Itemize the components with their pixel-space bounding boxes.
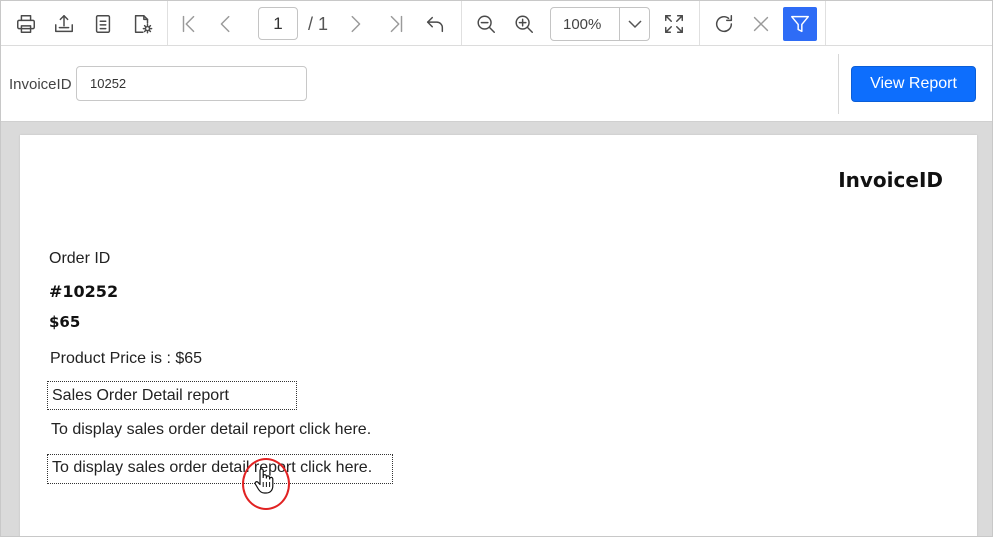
chevron-down-icon[interactable] [625, 14, 645, 34]
fit-page-button[interactable] [657, 7, 691, 41]
cancel-button[interactable] [744, 7, 778, 41]
zoom-in-button[interactable] [507, 7, 541, 41]
price-value: $65 [49, 313, 81, 331]
fit-page-icon [665, 15, 683, 33]
zoom-out-button[interactable] [469, 7, 503, 41]
report-canvas: InvoiceID Order ID #10252 $65 Product Pr… [1, 122, 992, 536]
document-icon [95, 15, 111, 33]
zoom-divider [619, 8, 620, 40]
zoom-dropdown[interactable]: 100% [550, 7, 650, 41]
toolbar-separator [167, 1, 168, 45]
print-button[interactable] [9, 7, 43, 41]
document-button[interactable] [86, 7, 120, 41]
previous-page-button[interactable] [209, 7, 243, 41]
refresh-button[interactable] [707, 7, 741, 41]
page-setup-button[interactable] [125, 7, 159, 41]
parameter-separator [838, 54, 839, 114]
last-page-icon [390, 15, 403, 33]
toolbar-separator [699, 1, 700, 45]
toolbar-separator [461, 1, 462, 45]
order-id-label: Order ID [49, 250, 111, 267]
zoom-value: 100% [563, 16, 602, 33]
sales-order-detail-link[interactable]: Sales Order Detail report [47, 381, 297, 410]
first-page-button[interactable] [172, 7, 206, 41]
product-price-text: Product Price is : $65 [50, 350, 203, 367]
next-page-icon [351, 15, 361, 33]
filter-icon [791, 15, 809, 33]
back-button[interactable] [418, 7, 452, 41]
zoom-in-icon [515, 15, 533, 33]
parameter-panel: InvoiceID View Report [1, 46, 992, 122]
order-id-value: #10252 [49, 282, 119, 301]
filter-button[interactable] [783, 7, 817, 41]
print-icon [17, 15, 35, 33]
export-button[interactable] [47, 7, 81, 41]
current-page-input[interactable] [258, 7, 298, 40]
back-icon [426, 16, 444, 33]
zoom-out-icon [477, 15, 495, 33]
previous-page-icon [220, 15, 230, 33]
refresh-icon [716, 15, 733, 33]
report-page: InvoiceID Order ID #10252 $65 Product Pr… [20, 135, 977, 536]
page-setup-icon [134, 15, 153, 34]
first-page-icon [182, 15, 195, 33]
view-report-button[interactable]: View Report [851, 66, 976, 102]
invoice-id-input[interactable] [76, 66, 307, 101]
toolbar: / 1 100% [1, 1, 992, 46]
report-viewer: / 1 100% [0, 0, 993, 537]
total-pages: / 1 [308, 14, 329, 34]
cancel-icon [753, 16, 769, 32]
last-page-button[interactable] [379, 7, 413, 41]
hand-cursor-icon [254, 468, 274, 494]
report-title: InvoiceID [838, 168, 943, 192]
invoice-id-label: InvoiceID [9, 76, 72, 93]
next-page-button[interactable] [338, 7, 372, 41]
display-instruction-text: To display sales order detail report cli… [51, 421, 372, 438]
toolbar-separator [825, 1, 826, 45]
export-icon [55, 15, 73, 33]
sales-order-detail-hyperlink[interactable]: To display sales order detail report cli… [47, 454, 393, 484]
